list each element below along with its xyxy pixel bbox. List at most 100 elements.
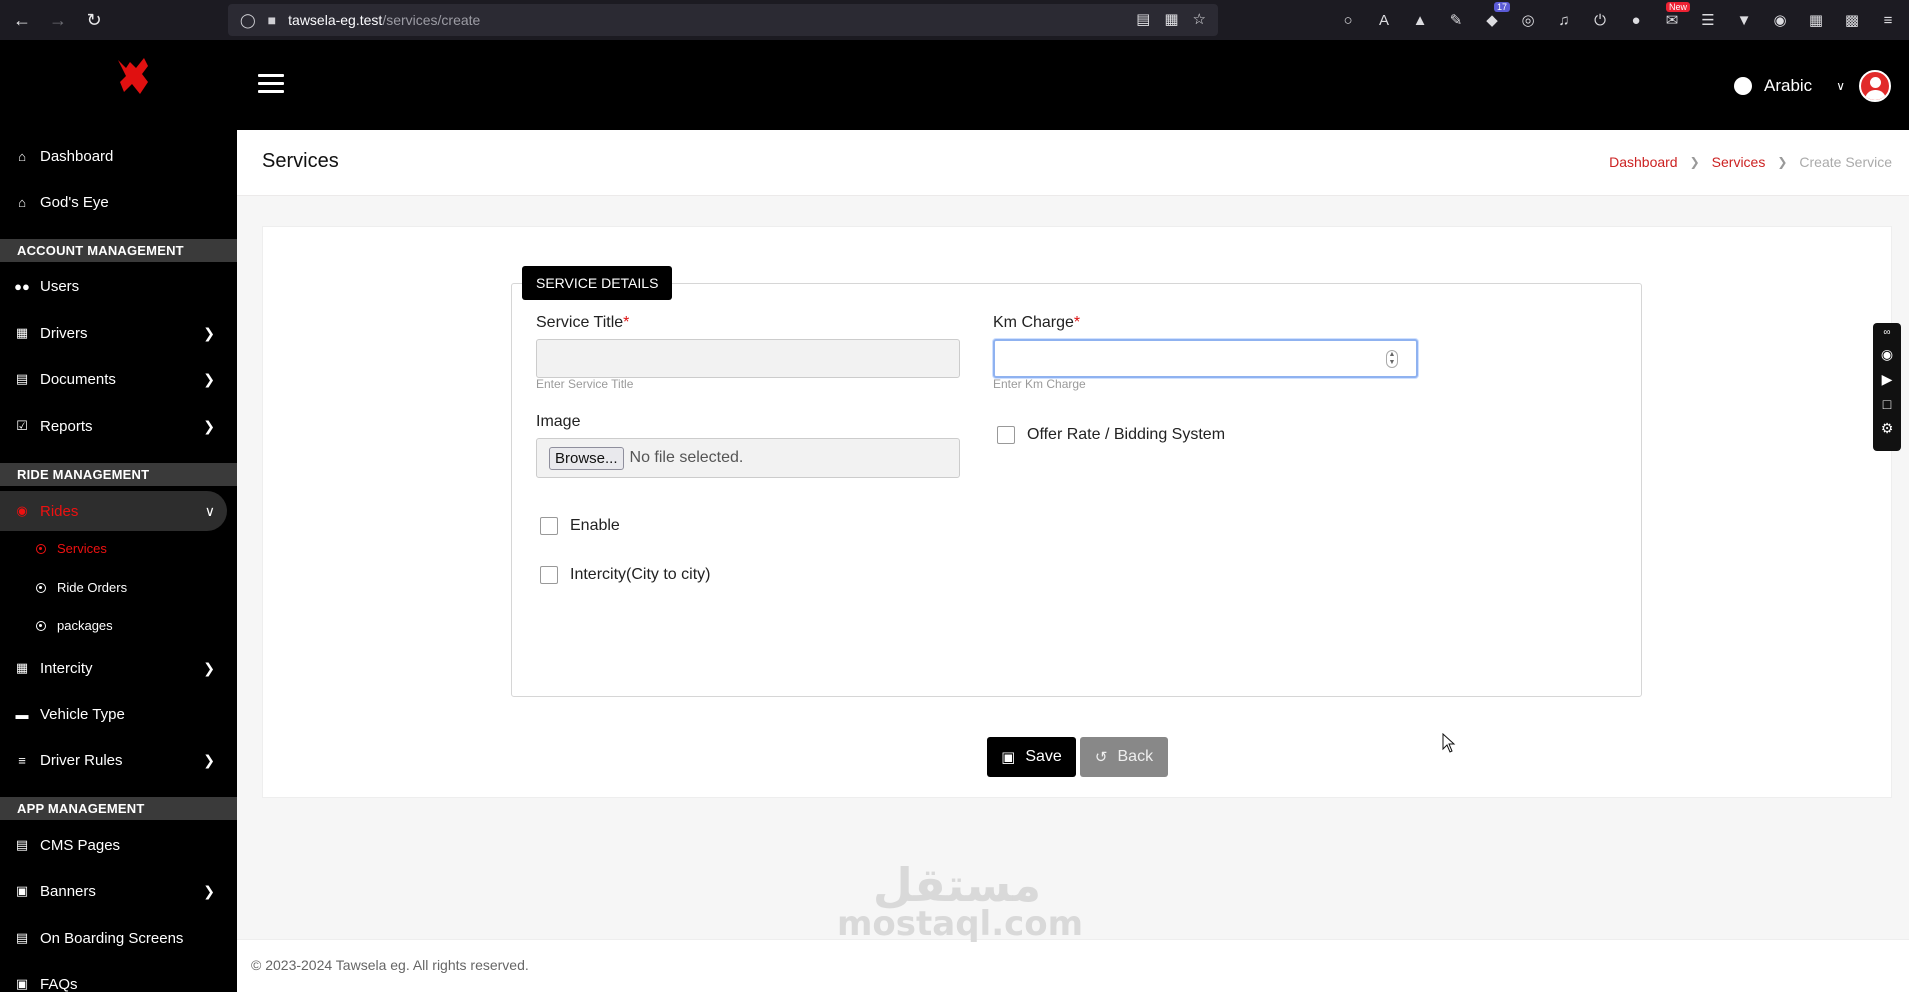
chevron-right-icon: ❯: [1777, 155, 1788, 169]
puzzle-icon[interactable]: ▩: [1840, 8, 1864, 32]
sidebar-item-label: On Boarding Screens: [40, 929, 184, 947]
url-path: /services/create: [382, 12, 481, 28]
form-card: SERVICE DETAILS Service Title* Enter Ser…: [262, 226, 1892, 798]
extension-a-icon[interactable]: A: [1372, 8, 1396, 32]
copy-icon[interactable]: □: [1883, 396, 1891, 412]
sidebar-item-dashboard[interactable]: ⌂ Dashboard: [0, 136, 237, 176]
mouse-cursor-icon: [1442, 733, 1456, 753]
power-icon[interactable]: ⏻: [1588, 8, 1612, 32]
pocket-icon[interactable]: ○: [1336, 8, 1360, 32]
back-arrow-icon[interactable]: ←: [8, 6, 36, 34]
shield-extension-icon[interactable]: ◆ 17: [1480, 2, 1510, 32]
lock-icon[interactable]: ■: [268, 12, 276, 28]
sidebar-item-label: Documents: [40, 370, 116, 388]
sidebar-item-label: FAQs: [40, 975, 78, 992]
translate-icon[interactable]: ▦: [1164, 10, 1178, 28]
app-header: Arabic ∨: [0, 40, 1909, 130]
sidebar-subitem-services[interactable]: Services: [36, 541, 107, 556]
service-details-fieldset: SERVICE DETAILS Service Title* Enter Ser…: [511, 266, 1642, 697]
section-account-management: ACCOUNT MANAGEMENT: [0, 239, 237, 262]
checkbox-icon[interactable]: [540, 517, 558, 535]
forward-arrow-icon[interactable]: →: [44, 6, 72, 34]
purple-extension-icon[interactable]: ◉: [1768, 8, 1792, 32]
chevron-right-icon: ❯: [203, 324, 215, 341]
sidebar-item-label: God's Eye: [40, 193, 109, 211]
vue-icon[interactable]: ▼: [1732, 8, 1756, 32]
sidebar-item-cms-pages[interactable]: ▤ CMS Pages: [0, 825, 237, 865]
service-title-input[interactable]: [536, 339, 960, 378]
mail-extension-icon[interactable]: ✉ New: [1660, 2, 1690, 32]
avatar[interactable]: [1859, 70, 1891, 102]
breadcrumb-services[interactable]: Services: [1712, 154, 1766, 170]
sidebar-item-vehicle-type[interactable]: ▬ Vehicle Type: [0, 694, 237, 734]
globe-extension-icon[interactable]: ◎: [1516, 8, 1540, 32]
intercity-checkbox[interactable]: Intercity(City to city): [540, 566, 710, 584]
page-header: Services Dashboard ❯ Services ❯ Create S…: [237, 130, 1909, 196]
service-title-label-text: Service Title: [536, 314, 624, 331]
chevron-right-icon: ❯: [203, 370, 215, 387]
sidebar-item-gods-eye[interactable]: ⌂ God's Eye: [0, 182, 237, 222]
save-button-main[interactable]: ▣ Save: [987, 737, 1076, 777]
back-button[interactable]: ↺ Back: [1080, 737, 1168, 777]
music-icon[interactable]: ♫: [1552, 8, 1576, 32]
circle-dot-icon: [36, 620, 46, 631]
browse-button[interactable]: Browse...: [549, 446, 624, 470]
sidebar-subitem-packages[interactable]: packages: [36, 618, 113, 633]
floppy-disk-icon: ▣: [1001, 749, 1016, 766]
list-icon: ≡: [18, 752, 26, 768]
sidebar-item-documents[interactable]: ▤ Documents ❯: [0, 359, 237, 399]
sidebar-item-label: CMS Pages: [40, 836, 121, 854]
checkbox-icon[interactable]: [540, 566, 558, 584]
offer-rate-checkbox[interactable]: Offer Rate / Bidding System: [997, 426, 1225, 444]
menu-icon[interactable]: ≡: [1876, 8, 1900, 32]
reader-view-icon[interactable]: ▤: [1136, 10, 1150, 28]
pen-icon[interactable]: ✎: [1444, 8, 1468, 32]
shield-icon[interactable]: ◯: [240, 12, 256, 29]
sidebar-item-on-boarding-screens[interactable]: ▤ On Boarding Screens: [0, 918, 237, 958]
sidebar-item-label: Users: [40, 277, 80, 295]
sidebar-item-rides[interactable]: ◉ Rides ∨: [0, 491, 227, 531]
enable-checkbox[interactable]: Enable: [540, 517, 620, 535]
sidebar-item-intercity[interactable]: ▦ Intercity ❯: [0, 648, 237, 688]
sidebar-item-driver-rules[interactable]: ≡ Driver Rules ❯: [0, 740, 237, 780]
gear-icon[interactable]: ⚙: [1881, 420, 1894, 437]
video-camera-icon[interactable]: ▶: [1882, 371, 1893, 388]
extension-bird-icon[interactable]: ▲: [1408, 8, 1432, 32]
chevron-down-icon: ∨: [1836, 79, 1845, 93]
sidebar-item-reports[interactable]: ☑ Reports ❯: [0, 406, 237, 446]
reload-icon[interactable]: ↻: [80, 6, 108, 34]
link-icon[interactable]: ∞: [1883, 327, 1890, 338]
sidebar-item-faqs[interactable]: ▣ FAQs: [0, 964, 237, 992]
watermark-latin: mostaql.com: [837, 904, 1084, 944]
card-extension-icon[interactable]: ▦: [1804, 8, 1828, 32]
image-file-input[interactable]: Browse... No file selected.: [536, 438, 960, 478]
breadcrumb: Dashboard ❯ Services ❯ Create Service: [1609, 154, 1892, 170]
breadcrumb-current: Create Service: [1799, 154, 1892, 170]
chevron-down-icon: ∨: [204, 502, 215, 519]
sidebar-item-banners[interactable]: ▣ Banners ❯: [0, 871, 237, 911]
book-icon: ▤: [15, 837, 29, 852]
sidebar-item-users[interactable]: ●● Users: [0, 266, 237, 306]
list-extension-icon[interactable]: ☰: [1696, 8, 1720, 32]
notification-badge: 17: [1493, 2, 1510, 12]
breadcrumb-dashboard[interactable]: Dashboard: [1609, 154, 1678, 170]
screenshot-toolstrip: ∞ ◉ ▶ □ ⚙: [1873, 323, 1901, 451]
checkbox-icon[interactable]: [997, 426, 1015, 444]
language-selector[interactable]: Arabic ∨: [1734, 76, 1845, 96]
sidebar-subitem-ride-orders[interactable]: Ride Orders: [36, 580, 127, 595]
question-icon: ▣: [15, 976, 29, 991]
bookmark-star-icon[interactable]: ☆: [1193, 10, 1206, 28]
required-mark: *: [1073, 314, 1081, 331]
number-spinner-icon[interactable]: ▲ ▼: [1386, 350, 1398, 368]
address-bar[interactable]: ◯ ■ tawsela-eg.test/services/create ▤ ▦ …: [228, 4, 1218, 36]
sidebar-item-drivers[interactable]: ▦ Drivers ❯: [0, 313, 237, 353]
cookie-icon[interactable]: ●: [1624, 8, 1648, 32]
camera-icon[interactable]: ◉: [1881, 346, 1893, 363]
section-ride-management: RIDE MANAGEMENT: [0, 463, 237, 486]
calendar-check-icon: ☑: [16, 418, 28, 433]
main-content: Services Dashboard ❯ Services ❯ Create S…: [237, 130, 1909, 992]
hamburger-menu-icon[interactable]: [258, 74, 284, 98]
extensions-toolbar: ○ A ▲ ✎ ◆ 17 ◎ ♫ ⏻ ● ✉ New ☰ ▼ ◉ ▦ ▩ ≡: [1336, 2, 1900, 32]
language-label: Arabic: [1764, 76, 1813, 95]
km-charge-input[interactable]: ▲ ▼: [993, 339, 1418, 378]
